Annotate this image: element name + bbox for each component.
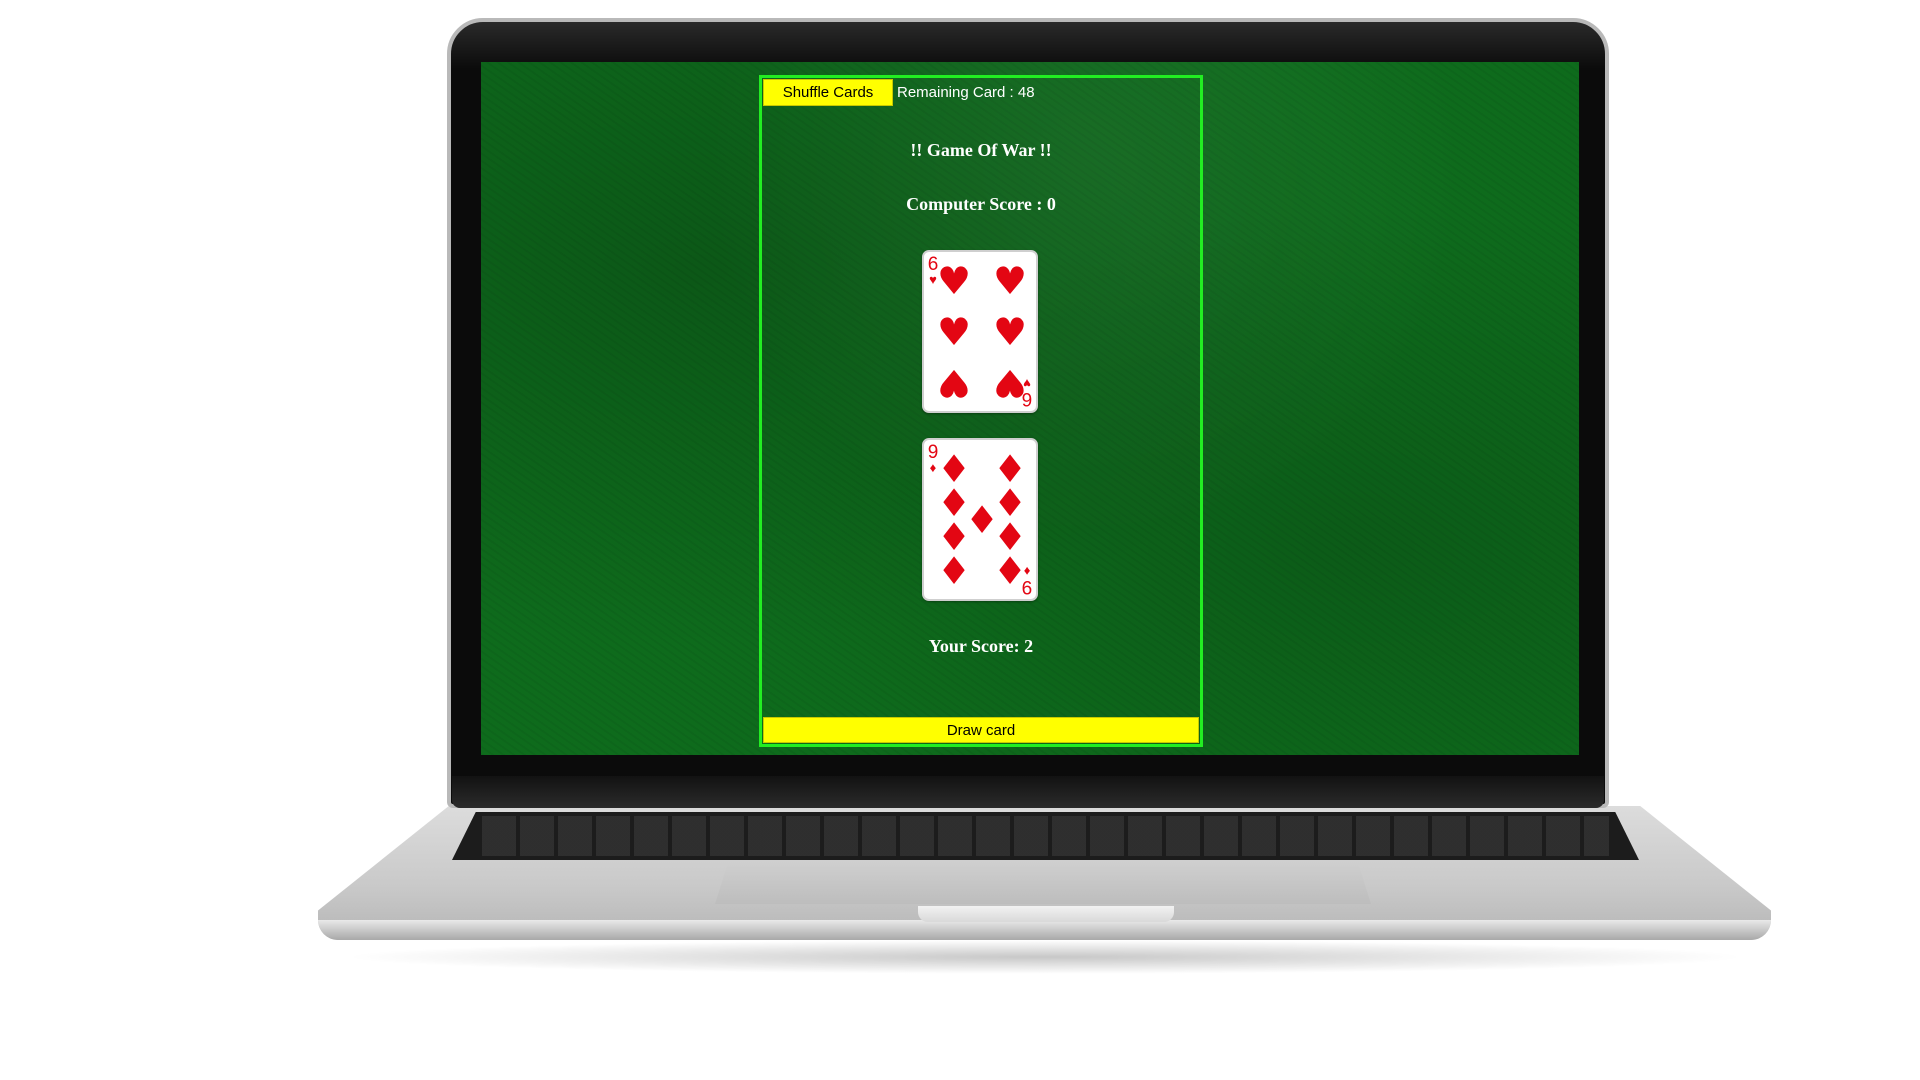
game-panel: Shuffle Cards Remaining Card : 48 !! Gam… [759,75,1203,747]
diamond-icon: ♦ [937,549,972,593]
heart-icon: ♥ [936,361,971,405]
laptop-touchpad [715,862,1371,904]
computer-score: Computer Score : 0 [906,194,1056,214]
draw-card-button[interactable]: Draw card [763,717,1199,743]
heart-icon: ♥ [993,310,1028,354]
card-corner-bottom: 6 ♥ [1020,376,1034,409]
laptop-shadow [340,940,1750,974]
remaining-card-count: Remaining Card : 48 [897,84,1035,101]
card-rank: 6 [1021,388,1033,409]
heart-icon: ♥ [937,259,972,303]
laptop-screen: Shuffle Cards Remaining Card : 48 !! Gam… [481,62,1579,755]
computer-card: 6 ♥ ♥ ♥ ♥ ♥ ♥ ♥ 6 ♥ [922,250,1038,413]
player-score: Your Score: 2 [928,636,1034,656]
top-bar: Shuffle Cards Remaining Card : 48 [763,79,1035,106]
laptop-keyboard [452,812,1639,860]
heart-icon: ♥ [937,310,972,354]
game-title: !! Game Of War !! [910,140,1052,160]
laptop-base-edge [318,920,1771,940]
card-rank: 9 [1021,576,1033,597]
heart-icon: ♥ [993,259,1028,303]
card-corner-bottom: 9 ♦ [1020,564,1034,597]
player-card: 9 ♦ ♦ ♦ ♦ ♦ ♦ ♦ ♦ ♦ ♦ 9 ♦ [922,438,1038,601]
laptop-hinge-notch [918,906,1174,922]
shuffle-cards-button[interactable]: Shuffle Cards [763,79,893,106]
laptop-lid-chin [452,776,1604,808]
laptop-mockup: Shuffle Cards Remaining Card : 48 !! Gam… [0,0,1920,1080]
